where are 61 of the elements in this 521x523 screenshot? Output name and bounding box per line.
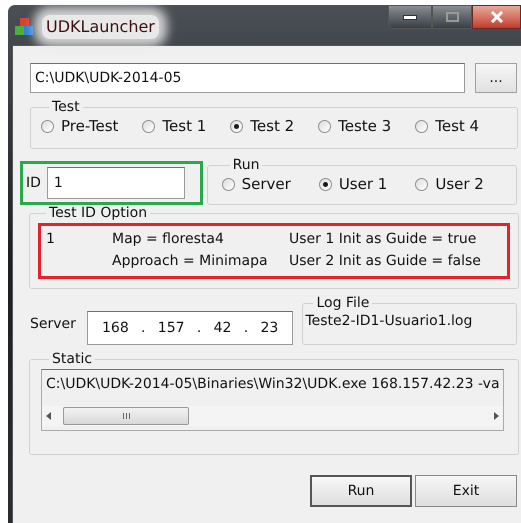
radio-button[interactable] (318, 178, 332, 191)
radio-button[interactable] (415, 178, 428, 191)
radio-button[interactable] (222, 178, 235, 191)
radio-button[interactable] (230, 120, 244, 133)
app-icon (14, 17, 34, 37)
close-icon (490, 11, 504, 23)
ip-address-part: . (141, 318, 146, 338)
minimize-button[interactable] (388, 5, 432, 29)
radio-label: Test 1 (162, 116, 206, 137)
radio-label: Teste 3 (338, 116, 392, 137)
test-id: 1 (46, 230, 56, 249)
radio-option[interactable]: Server (222, 173, 291, 196)
group-title: Run (232, 157, 260, 173)
radio-label: Test 4 (435, 116, 480, 137)
radio-option[interactable]: User 2 (415, 173, 484, 196)
radio-label: User 1 (338, 174, 388, 195)
ip-address-part: . (244, 318, 248, 338)
radio-label: Server (242, 174, 291, 195)
group-title: Static (51, 351, 94, 367)
radio-button[interactable] (415, 120, 428, 133)
radio-label: Pre-Test (61, 116, 118, 137)
server-label: Server (30, 315, 77, 334)
id-label: ID (26, 174, 41, 192)
option-text: Approach = Minimapa (112, 252, 269, 271)
group-title: Test ID Option (48, 205, 148, 221)
ip-address-part: . (196, 318, 202, 338)
radio-label: Test 2 (250, 116, 294, 137)
option-text: User 2 Init as Guide = false (289, 252, 481, 271)
path-field[interactable]: C:\UDK\UDK-2014-05 (30, 63, 466, 93)
radio-option[interactable]: Test 4 (415, 115, 480, 138)
group-title: Log File (315, 295, 370, 311)
scroll-left-icon[interactable] (46, 412, 51, 420)
browse-button[interactable]: ... (475, 63, 517, 93)
ip-address-part: 157 (158, 318, 185, 338)
radio-option[interactable]: Teste 3 (318, 115, 392, 138)
ip-address-part: 42 (214, 318, 232, 338)
ip-address-field[interactable]: 168 . 157 . 42 . 23 (86, 311, 294, 345)
group-title: Test (51, 99, 81, 115)
window-title: UDKLauncher (42, 15, 159, 39)
scrollbar-thumb[interactable] (63, 407, 189, 425)
radio-button[interactable] (41, 120, 54, 133)
ip-address-part: 23 (260, 318, 278, 338)
dialog-button[interactable]: Run (310, 475, 412, 507)
radio-label: User 2 (435, 174, 484, 195)
radio-button[interactable] (142, 120, 156, 133)
command-text: C:\UDK\UDK-2014-05\Binaries\Win32\UDK.exe 168.157.42.23 -va (45, 375, 501, 394)
log-file-name: Teste2-ID1-Usuario1.log (305, 313, 472, 329)
maximize-button[interactable] (432, 5, 472, 29)
ip-address-part: 168 (102, 318, 129, 338)
scroll-right-icon[interactable] (494, 412, 499, 420)
dialog-button[interactable]: Exit (415, 475, 517, 507)
radio-option[interactable]: Test 2 (230, 115, 294, 138)
radio-option[interactable]: User 1 (318, 173, 388, 196)
close-button[interactable] (472, 5, 521, 29)
radio-option[interactable]: Pre-Test (41, 115, 118, 138)
radio-option[interactable]: Test 1 (142, 115, 206, 138)
radio-button[interactable] (318, 120, 332, 133)
id-field[interactable]: 1 (46, 167, 185, 199)
horizontal-scrollbar[interactable] (42, 406, 503, 426)
option-text: User 1 Init as Guide = true (289, 230, 478, 249)
option-text: Map = floresta4 (112, 230, 225, 249)
